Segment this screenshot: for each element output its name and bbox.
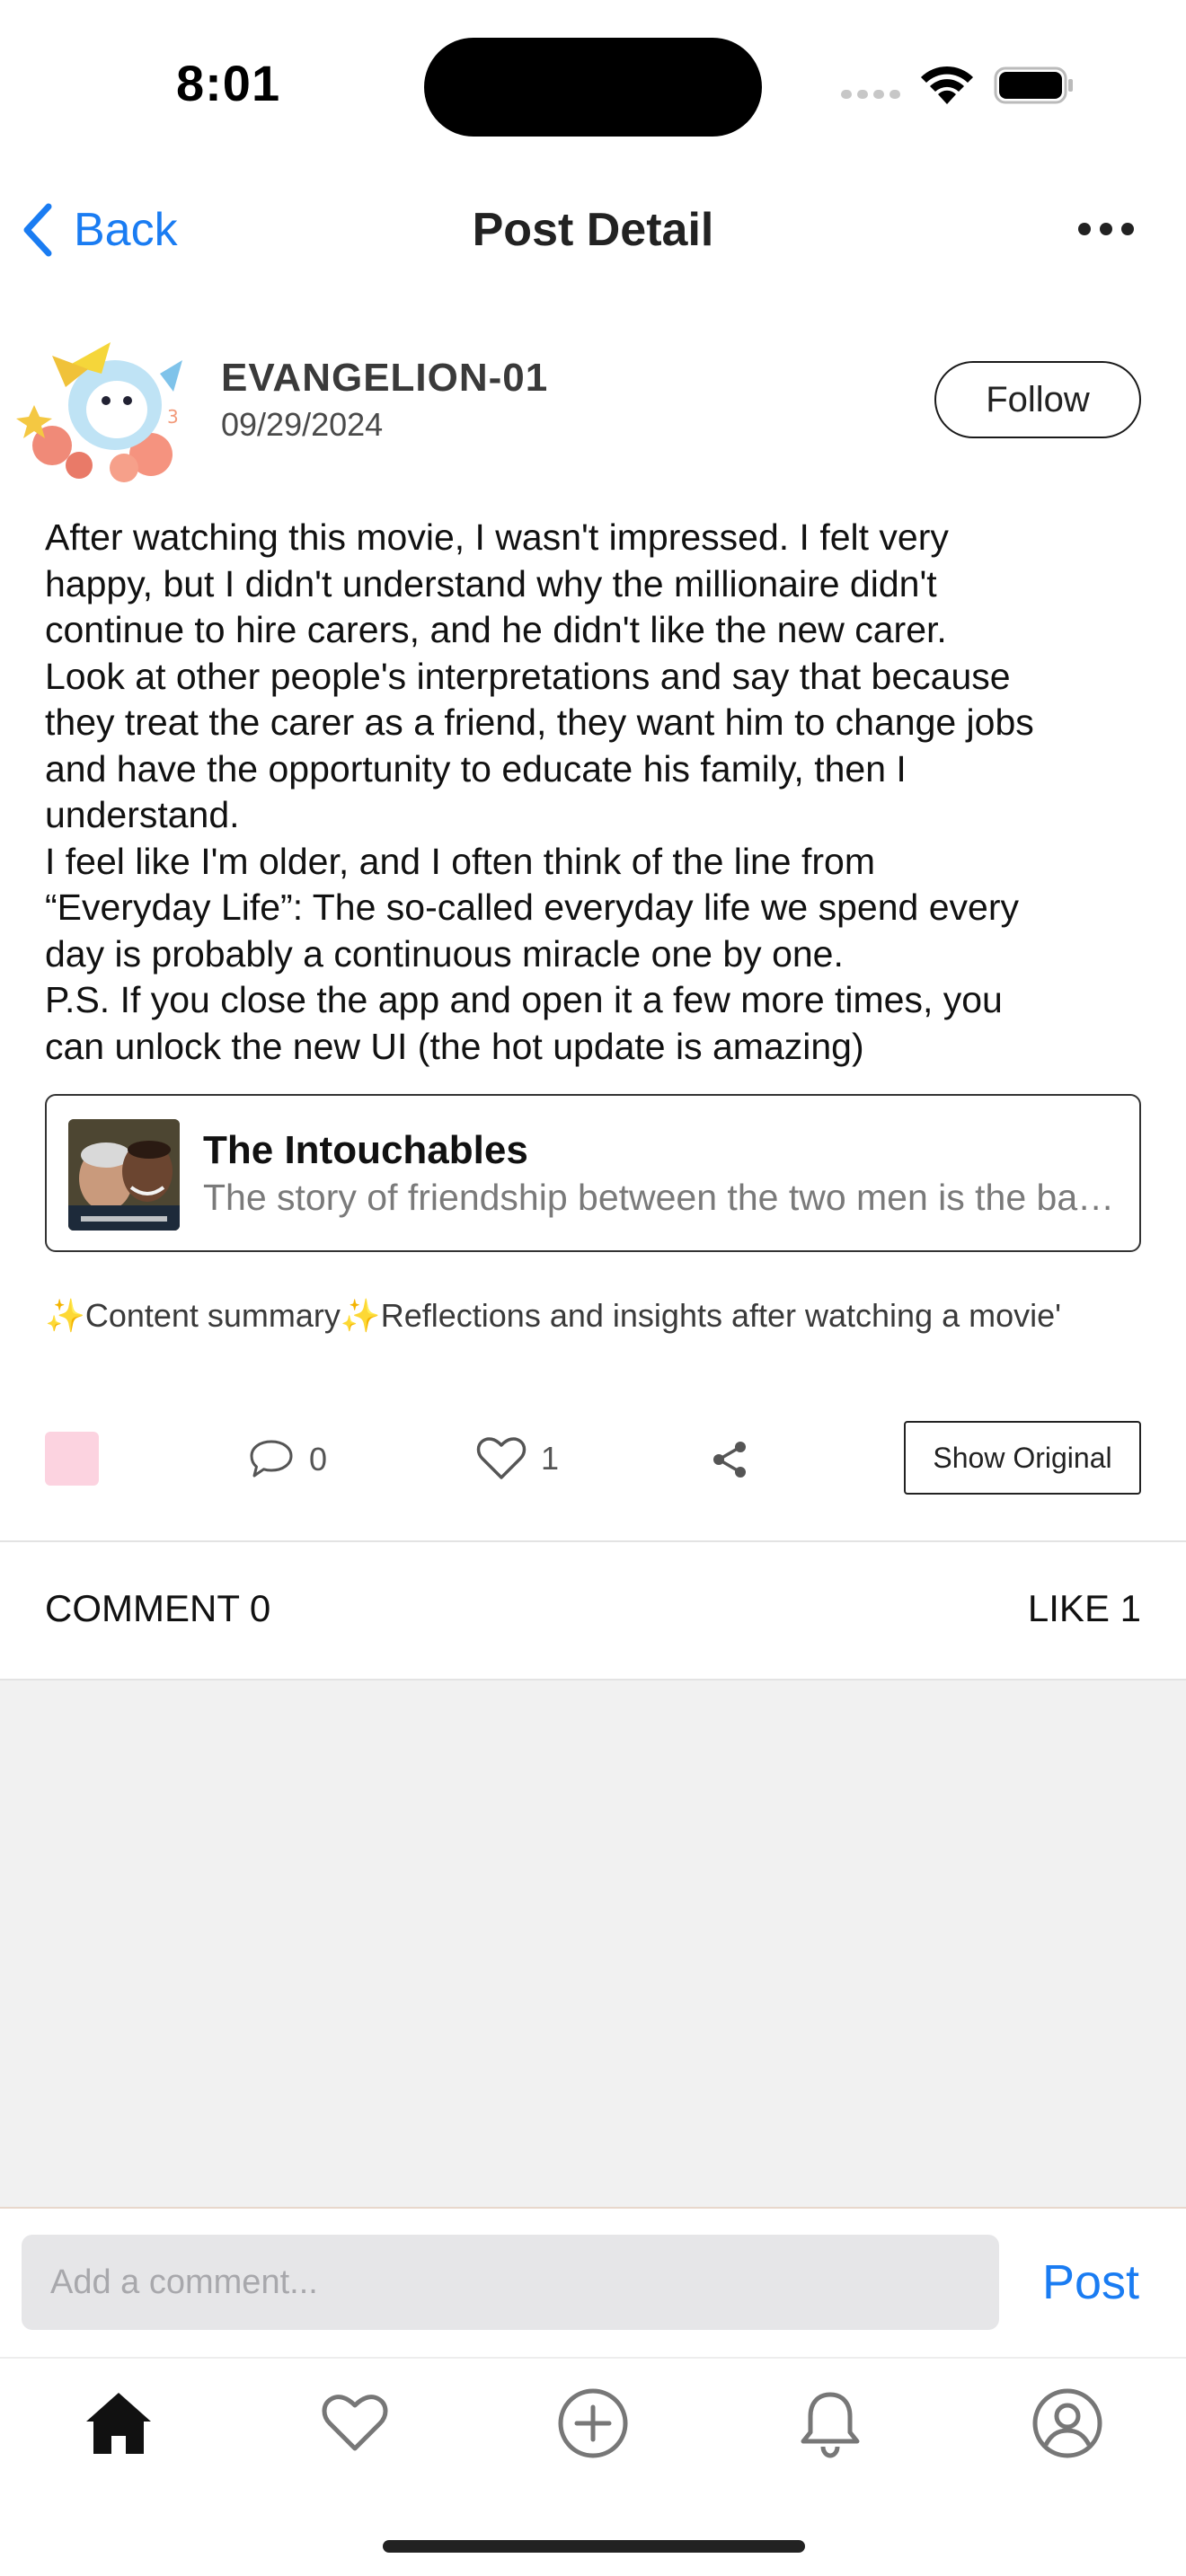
heart-icon bbox=[476, 1437, 527, 1479]
post-body-line: Look at other people's interpretations a… bbox=[45, 655, 1011, 697]
bell-icon[interactable] bbox=[792, 2386, 868, 2461]
comments-list bbox=[0, 1681, 1186, 2208]
post-body-line: can unlock the new UI (the hot update is… bbox=[45, 1025, 864, 1067]
cellular-signal-icon bbox=[841, 90, 902, 102]
comment-count: 0 bbox=[309, 1441, 328, 1478]
tab-comments[interactable]: COMMENT 0 bbox=[45, 1587, 270, 1630]
avatar[interactable]: 3 bbox=[16, 320, 192, 483]
post-body-line: After watching this movie, I wasn't impr… bbox=[45, 516, 949, 558]
post-body-line: understand. bbox=[45, 794, 240, 835]
svg-text:3: 3 bbox=[167, 406, 179, 428]
tab-bar bbox=[0, 2359, 1186, 2493]
heart-icon[interactable] bbox=[317, 2386, 393, 2461]
page-title: Post Detail bbox=[472, 204, 714, 256]
home-icon[interactable] bbox=[81, 2386, 156, 2461]
dynamic-island bbox=[424, 38, 762, 137]
post-body-line: they treat the carer as a friend, they w… bbox=[45, 701, 1034, 743]
divider bbox=[0, 2207, 1186, 2209]
movie-title: The Intouchables bbox=[203, 1128, 528, 1172]
home-indicator bbox=[383, 2540, 805, 2553]
post-body-line: continue to hire carers, and he didn't l… bbox=[45, 609, 947, 650]
post-body-line: “Everyday Life”: The so-called everyday … bbox=[45, 887, 1019, 928]
add-circle-icon[interactable] bbox=[555, 2386, 631, 2461]
post-body-line: P.S. If you close the app and open it a … bbox=[45, 979, 1003, 1020]
post-comment-button[interactable]: Post bbox=[1042, 2254, 1139, 2310]
movie-poster bbox=[68, 1119, 180, 1231]
like-count: 1 bbox=[541, 1440, 560, 1477]
battery-icon bbox=[994, 66, 1073, 104]
follow-button[interactable]: Follow bbox=[934, 361, 1141, 438]
post-body-line: I feel like I'm older, and I often think… bbox=[45, 840, 875, 882]
status-bar: 8:01 bbox=[0, 0, 1186, 171]
status-time: 8:01 bbox=[176, 55, 281, 111]
comment-bubble-icon bbox=[250, 1440, 293, 1478]
post-body-line: happy, but I didn't understand why the m… bbox=[45, 562, 937, 604]
comment-input[interactable] bbox=[22, 2235, 999, 2330]
profile-icon[interactable] bbox=[1030, 2386, 1105, 2461]
movie-description: The story of friendship between the two … bbox=[203, 1177, 1120, 1218]
share-icon[interactable] bbox=[710, 1440, 749, 1479]
tag-swatch bbox=[45, 1432, 99, 1486]
author-name[interactable]: EVANGELION-01 bbox=[221, 356, 548, 401]
nav-bar: Back Post Detail bbox=[0, 180, 1186, 278]
wifi-icon bbox=[921, 66, 973, 104]
comment-action[interactable]: 0 bbox=[248, 1437, 327, 1482]
tab-likes[interactable]: LIKE 1 bbox=[1028, 1587, 1141, 1630]
like-action[interactable]: 1 bbox=[476, 1435, 559, 1482]
post-body-line: day is probably a continuous miracle one… bbox=[45, 932, 844, 975]
movie-card[interactable]: The Intouchables The story of friendship… bbox=[45, 1094, 1141, 1252]
post-date: 09/29/2024 bbox=[221, 406, 384, 443]
content-summary: ✨Content summary✨Reflections and insight… bbox=[45, 1297, 1062, 1334]
post-body: After watching this movie, I wasn't impr… bbox=[45, 515, 1159, 1070]
counts-row: COMMENT 0 LIKE 1 bbox=[0, 1542, 1186, 1679]
show-original-button[interactable]: Show Original bbox=[904, 1421, 1141, 1495]
ellipsis-icon[interactable] bbox=[1076, 216, 1136, 243]
post-body-line: and have the opportunity to educate his … bbox=[45, 747, 907, 790]
